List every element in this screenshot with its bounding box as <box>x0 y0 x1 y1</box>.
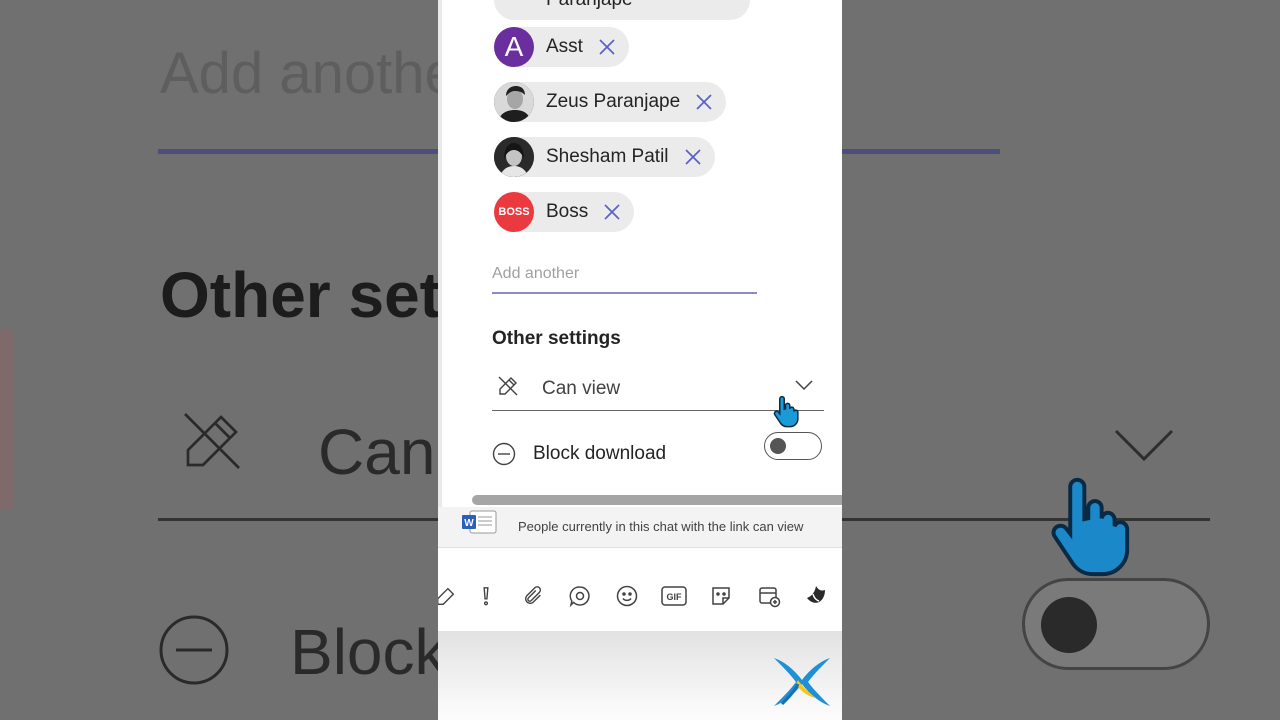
bg-toggle <box>1022 578 1210 670</box>
avatar <box>494 137 534 177</box>
person-pill-shesham: Shesham Patil <box>494 137 715 177</box>
bg-add-another-text: Add anothe <box>160 41 457 106</box>
app-icon[interactable] <box>802 582 830 610</box>
share-link-card: Paranjape A Asst Zeus Paranjape Shesham … <box>442 0 842 512</box>
svg-text:W: W <box>464 518 474 529</box>
teams-panel: Paranjape A Asst Zeus Paranjape Shesham … <box>438 0 842 720</box>
person-name: Boss <box>546 201 589 222</box>
block-download-label: Block download <box>533 443 667 464</box>
bg-minus-circle-icon <box>158 614 230 691</box>
link-info-text: People currently in this chat with the l… <box>518 519 804 534</box>
person-name: Shesham Patil <box>546 146 669 167</box>
person-pill-zeus: Zeus Paranjape <box>494 82 727 122</box>
bg-can-text: Can <box>318 416 436 488</box>
word-document-icon: W <box>462 510 497 534</box>
avatar <box>494 82 534 122</box>
bg-chevron-down-icon <box>1112 425 1176 470</box>
important-icon[interactable] <box>472 582 500 610</box>
bg-hand-cursor-icon <box>1045 470 1141 585</box>
person-pill-partial: Paranjape <box>494 0 750 20</box>
loop-icon[interactable] <box>566 582 594 610</box>
person-pill-asst: A Asst <box>494 27 629 67</box>
person-name: Paranjape <box>546 0 633 11</box>
remove-person-icon[interactable] <box>602 202 622 222</box>
bg-block-text: Block <box>290 616 447 688</box>
add-another-input[interactable] <box>492 256 757 294</box>
screen: Add anothe Other set Can Block Paranjape… <box>0 0 1280 720</box>
avatar: BOSS <box>494 192 534 232</box>
block-download-row: Block download <box>492 432 824 476</box>
pencil-off-icon <box>498 376 518 396</box>
person-pill-boss: BOSS Boss <box>494 192 635 232</box>
compose-area: GIF <box>438 547 842 631</box>
chevron-down-icon <box>795 380 813 391</box>
schedule-meeting-icon[interactable] <box>755 582 783 610</box>
person-name: Asst <box>546 36 583 57</box>
link-info-row: W People currently in this chat with the… <box>438 507 842 547</box>
bg-other-settings-text: Other set <box>160 259 441 331</box>
sticker-icon[interactable] <box>707 582 735 610</box>
person-name: Zeus Paranjape <box>546 91 681 112</box>
attach-icon[interactable] <box>519 582 547 610</box>
compose-toolbar: GIF <box>438 582 842 612</box>
horizontal-scrollbar[interactable] <box>472 495 842 505</box>
toggle-knob <box>770 438 786 454</box>
gif-icon[interactable]: GIF <box>660 582 688 610</box>
bg-pencil-icon <box>176 405 248 482</box>
hand-cursor-icon <box>772 392 802 435</box>
svg-text:GIF: GIF <box>667 592 683 602</box>
block-download-toggle[interactable] <box>764 432 822 460</box>
bg-edge-mark <box>0 330 14 510</box>
minus-circle-icon <box>492 442 516 466</box>
format-icon[interactable] <box>438 582 460 610</box>
remove-person-icon[interactable] <box>597 37 617 57</box>
other-settings-heading: Other settings <box>492 328 621 349</box>
brand-logo-icon <box>768 650 836 717</box>
remove-person-icon[interactable] <box>683 147 703 167</box>
avatar: A <box>494 27 534 67</box>
remove-person-icon[interactable] <box>694 92 714 112</box>
emoji-icon[interactable] <box>613 582 641 610</box>
permission-value: Can view <box>542 378 621 399</box>
